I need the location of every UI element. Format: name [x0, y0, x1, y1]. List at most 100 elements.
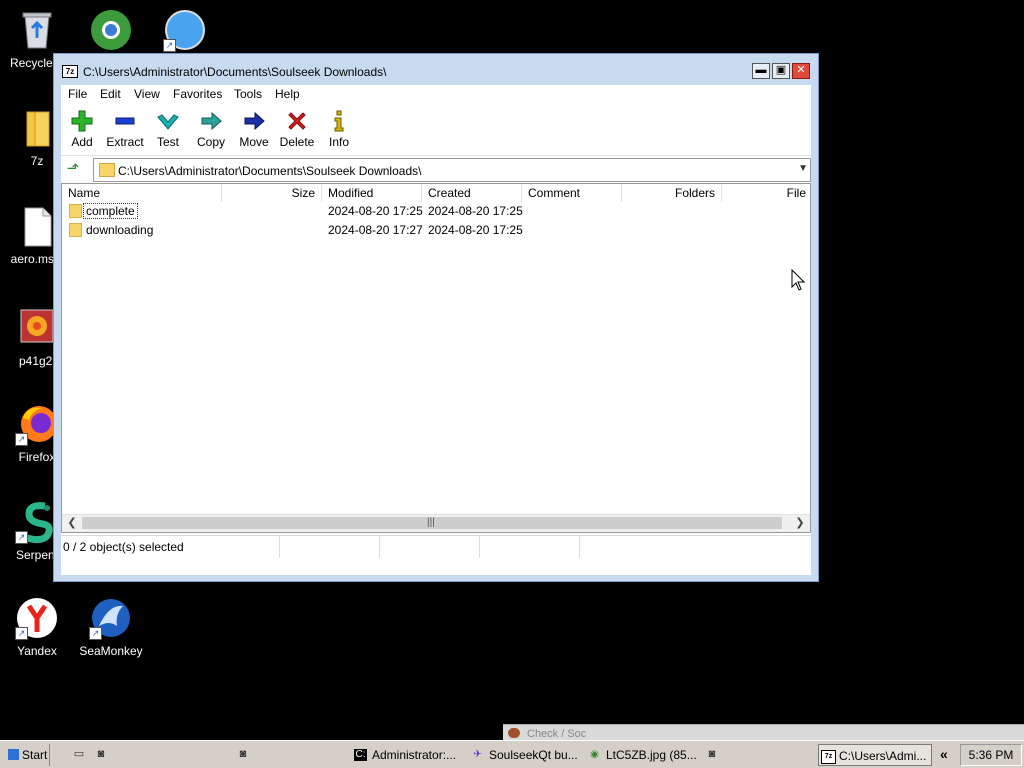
check-icon: [146, 109, 190, 133]
table-row[interactable]: complete 2024-08-20 17:25 2024-08-20 17:…: [62, 202, 810, 221]
minus-icon: [103, 109, 147, 133]
move-button[interactable]: Move: [232, 109, 276, 149]
info-icon: [317, 109, 361, 133]
bird-icon: ✈: [473, 749, 482, 760]
image-viewer-icon: ◉: [590, 749, 599, 760]
recycle-bin-icon: [15, 8, 59, 52]
menu-help[interactable]: Help: [275, 87, 300, 101]
row-modified: 2024-08-20 17:27: [328, 223, 423, 237]
desktop-icon-chrome[interactable]: [74, 8, 148, 56]
background-window[interactable]: Check / Soc: [503, 724, 1024, 741]
tray-expand-icon[interactable]: «: [940, 746, 948, 762]
arrow-right-icon: [189, 109, 233, 133]
folder-up-icon[interactable]: ⬏: [64, 160, 82, 178]
address-path: C:\Users\Administrator\Documents\Soulsee…: [118, 164, 422, 178]
close-button[interactable]: ✕: [792, 63, 810, 79]
menu-tools[interactable]: Tools: [234, 87, 262, 101]
delete-button[interactable]: Delete: [275, 109, 319, 149]
column-header-comment[interactable]: Comment: [522, 184, 622, 202]
task-button-image-viewer[interactable]: ◉ LtC5ZB.jpg (85...: [586, 744, 698, 766]
arrow-right-icon: [232, 109, 276, 133]
horizontal-scrollbar[interactable]: ❮ ||| ❯: [62, 514, 810, 532]
menu-favorites[interactable]: Favorites: [173, 87, 222, 101]
desktop-icon-seamonkey[interactable]: ↗ SeaMonkey: [74, 596, 148, 658]
clock[interactable]: 5:36 PM: [960, 744, 1022, 766]
desktop-icon-label: Yandex: [17, 644, 57, 658]
folder-icon: [69, 204, 82, 218]
start-label: Start: [22, 748, 48, 762]
copy-button[interactable]: Copy: [189, 109, 233, 149]
scroll-left-icon[interactable]: ❮: [64, 515, 80, 532]
toolbar: Add Extract Test Copy Move Delete Info: [61, 105, 811, 156]
menu-view[interactable]: View: [134, 87, 160, 101]
extract-button[interactable]: Extract: [103, 109, 147, 149]
add-button[interactable]: Add: [60, 109, 104, 149]
window-titlebar[interactable]: 7z C:\Users\Administrator\Documents\Soul…: [54, 54, 818, 86]
row-name: complete: [83, 203, 138, 219]
column-header-size[interactable]: Size: [222, 184, 322, 202]
show-desktop-icon[interactable]: ▭: [72, 747, 86, 761]
status-pane-date: [480, 536, 580, 558]
shortcut-arrow-icon: ↗: [15, 531, 28, 544]
background-window-title: Check / Soc: [527, 728, 587, 740]
shortcut-arrow-icon: ↗: [15, 433, 28, 446]
row-name: downloading: [86, 223, 154, 237]
window-title: C:\Users\Administrator\Documents\Soulsee…: [83, 65, 387, 79]
move-label: Move: [239, 135, 269, 149]
quick-launch-icon[interactable]: ◙: [236, 747, 250, 761]
start-button[interactable]: Start: [2, 744, 50, 766]
grip-icon: |||: [427, 517, 435, 528]
task-label: SoulseekQt bu...: [489, 748, 578, 762]
address-combobox[interactable]: C:\Users\Administrator\Documents\Soulsee…: [93, 158, 811, 182]
maximize-button[interactable]: ▣: [772, 63, 790, 79]
app-icon[interactable]: 7z: [62, 65, 78, 78]
menu-bar: File Edit View Favorites Tools Help: [61, 85, 811, 105]
compass-icon: ↗: [163, 8, 207, 52]
yandex-icon: ↗: [15, 596, 59, 640]
quick-launch-icon[interactable]: ◙: [705, 747, 719, 761]
menu-file[interactable]: File: [68, 87, 87, 101]
test-label: Test: [156, 135, 179, 149]
folder-icon: [99, 163, 115, 177]
address-bar: ⬏ C:\Users\Administrator\Documents\Souls…: [61, 157, 811, 183]
folder-icon: [69, 223, 82, 237]
task-button-soulseek[interactable]: ✈ SoulseekQt bu...: [469, 744, 581, 766]
desktop-icon-safari[interactable]: ↗: [148, 8, 222, 56]
background-window-icon: [508, 728, 520, 738]
row-created: 2024-08-20 17:25: [428, 223, 523, 237]
start-logo-icon: [8, 749, 19, 760]
status-pane-packed: [380, 536, 480, 558]
scrollbar-thumb[interactable]: |||: [82, 517, 782, 529]
column-header-files[interactable]: File: [722, 184, 810, 202]
seamonkey-icon: ↗: [89, 596, 133, 640]
shortcut-arrow-icon: ↗: [15, 627, 28, 640]
chrome-icon: [89, 8, 133, 52]
column-header-folders[interactable]: Folders: [622, 184, 722, 202]
row-modified: 2024-08-20 17:25: [328, 204, 423, 218]
column-header-modified[interactable]: Modified: [322, 184, 422, 202]
status-selection: 0 / 2 object(s) selected: [61, 536, 280, 558]
test-button[interactable]: Test: [146, 109, 190, 149]
shortcut-arrow-icon: ↗: [163, 39, 176, 52]
mouse-cursor: [791, 268, 806, 294]
status-bar: 0 / 2 object(s) selected: [61, 535, 811, 558]
copy-label: Copy: [196, 135, 225, 149]
task-button-cmd[interactable]: C: Administrator:...: [352, 744, 462, 766]
table-row[interactable]: downloading 2024-08-20 17:27 2024-08-20 …: [62, 221, 810, 240]
info-button[interactable]: Info: [317, 109, 361, 149]
task-label: Administrator:...: [372, 748, 457, 762]
extract-label: Extract: [106, 135, 144, 149]
minimize-button[interactable]: ▬: [752, 63, 770, 79]
menu-edit[interactable]: Edit: [100, 87, 121, 101]
file-manager-window: 7z C:\Users\Administrator\Documents\Soul…: [53, 53, 819, 582]
plus-icon: [60, 109, 104, 133]
file-list[interactable]: Name Size Modified Created Comment Folde…: [61, 183, 811, 533]
status-pane-size: [280, 536, 380, 558]
quick-launch-icon[interactable]: ◙: [94, 747, 108, 761]
chevron-down-icon[interactable]: ▼: [798, 163, 808, 174]
desktop-icon-yandex[interactable]: ↗ Yandex: [0, 596, 74, 658]
column-header-created[interactable]: Created: [422, 184, 522, 202]
task-button-7zip[interactable]: 7z C:\Users\Admi...: [818, 744, 932, 766]
column-header-name[interactable]: Name: [62, 184, 222, 202]
scroll-right-icon[interactable]: ❯: [792, 515, 808, 532]
